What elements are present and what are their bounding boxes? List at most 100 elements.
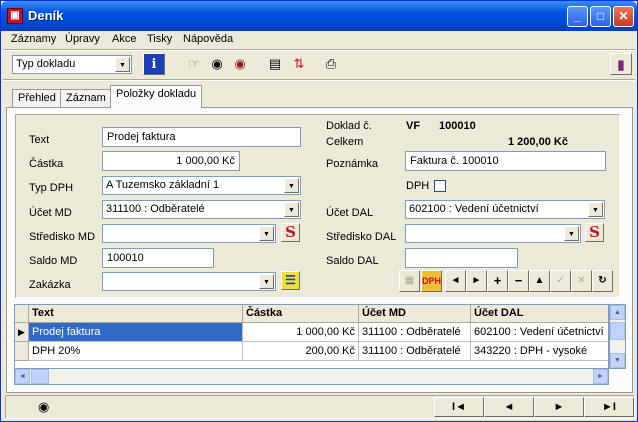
scroll-up-icon[interactable]: ▲ — [610, 305, 625, 320]
doklad-series: VF — [406, 120, 421, 132]
chevron-down-icon[interactable]: ▼ — [115, 57, 130, 72]
celkem-value: 1 200,00 Kč — [508, 136, 568, 148]
title-bar[interactable]: ▣ Deník _ □ ✕ — [1, 1, 637, 31]
ucet-md-label: Účet MD — [29, 207, 72, 219]
document-list-icon[interactable]: ▤ — [264, 53, 286, 75]
globe-red-icon[interactable]: ◉ — [229, 53, 251, 75]
menu-napoveda[interactable]: Nápověda — [183, 33, 233, 45]
ucet-dal-select[interactable]: 602100 : Vedení účetnictví ▼ — [405, 200, 605, 219]
doc-type-value: Typ dokladu — [16, 58, 76, 70]
confirm-icon: ✓ — [550, 270, 571, 292]
castka-label: Částka — [29, 158, 64, 170]
exit-door-icon[interactable]: ▮ — [610, 53, 632, 75]
chevron-down-icon[interactable]: ▼ — [588, 202, 603, 217]
tab-polozky-dokladu[interactable]: Položky dokladu — [110, 85, 203, 108]
nav-last-button[interactable]: ►I — [584, 397, 634, 417]
prev-record-icon[interactable]: ◄ — [445, 270, 466, 292]
scroll-thumb[interactable] — [31, 369, 49, 384]
nav-next-button[interactable]: ► — [534, 397, 584, 417]
typ-dph-select[interactable]: A Tuzemsko základní 1 ▼ — [102, 176, 301, 195]
minimize-button[interactable]: _ — [567, 6, 588, 27]
stredisko-dal-select[interactable]: ▼ — [405, 224, 581, 243]
printer-icon[interactable]: ⎙ — [320, 53, 342, 75]
chevron-down-icon[interactable]: ▼ — [284, 202, 299, 217]
grid-header-ucet-dal[interactable]: Účet DAL — [471, 305, 608, 323]
stredisko-md-label: Středisko MD — [29, 231, 96, 243]
ucet-dal-label: Účet DAL — [326, 207, 374, 219]
saldo-md-input[interactable]: 100010 — [102, 248, 214, 268]
scroll-down-icon[interactable]: ▼ — [610, 353, 625, 368]
nav-prev-button[interactable]: ◄ — [484, 397, 534, 417]
chevron-down-icon[interactable]: ▼ — [259, 274, 274, 289]
close-button[interactable]: ✕ — [613, 6, 634, 27]
typ-dph-value: A Tuzemsko základní 1 — [106, 179, 220, 191]
chevron-down-icon[interactable]: ▼ — [564, 226, 579, 241]
stredisko-dal-search-icon[interactable]: S — [585, 223, 604, 242]
grid-header-castka[interactable]: Částka — [243, 305, 359, 323]
grid-header-ucet-md[interactable]: Účet MD — [359, 305, 471, 323]
table-cell[interactable]: 343220 : DPH - vysoké — [471, 342, 608, 361]
maximize-button[interactable]: □ — [590, 6, 611, 27]
saldo-dal-input[interactable] — [405, 248, 518, 268]
nav-first-button[interactable]: I◄ — [434, 397, 484, 417]
row-header[interactable] — [15, 342, 29, 361]
poznamka-label: Poznámka — [326, 158, 378, 170]
castka-input[interactable]: 1 000,00 Kč — [102, 151, 240, 171]
zakazka-select[interactable]: ▼ — [102, 272, 276, 291]
items-grid[interactable]: Text Částka Účet MD Účet DAL ▶ Prodej fa… — [14, 304, 609, 369]
table-cell[interactable]: 602100 : Vedení účetnictví — [471, 323, 608, 342]
edit-record-icon[interactable]: ▲ — [529, 270, 550, 292]
ucet-md-select[interactable]: 311100 : Odběratelé ▼ — [102, 200, 301, 219]
scroll-thumb[interactable] — [610, 322, 625, 340]
dph-button[interactable]: DPH — [421, 270, 442, 292]
tab-zaznam[interactable]: Záznam — [60, 89, 112, 107]
menu-separator — [3, 49, 635, 51]
menu-zaznamy[interactable]: Záznamy — [11, 33, 56, 45]
menu-akce[interactable]: Akce — [112, 33, 136, 45]
zakazka-label: Zakázka — [29, 279, 71, 291]
scroll-right-icon[interactable]: ► — [593, 369, 608, 384]
cancel-icon: ✕ — [571, 270, 592, 292]
scroll-left-icon[interactable]: ◄ — [15, 369, 30, 384]
grid-header-text[interactable]: Text — [29, 305, 243, 323]
dph-checkbox[interactable] — [434, 180, 446, 192]
table-cell[interactable]: 200,00 Kč — [243, 342, 359, 361]
stredisko-md-search-icon[interactable]: S — [281, 223, 300, 242]
globe-status-icon: ◉ — [38, 399, 50, 414]
app-window: ▣ Deník _ □ ✕ Záznamy Úpravy Akce Tisky … — [0, 0, 638, 422]
globe-icon[interactable]: ◉ — [206, 53, 228, 75]
menu-upravy[interactable]: Úpravy — [65, 33, 100, 45]
add-record-icon[interactable]: + — [487, 270, 508, 292]
sort-arrows-icon[interactable]: ⇅ — [288, 53, 310, 75]
app-icon[interactable]: ▣ — [7, 8, 23, 24]
doc-type-select[interactable]: Typ dokladu ▼ — [12, 55, 132, 74]
doklad-label: Doklad č. — [326, 120, 372, 132]
delete-record-icon[interactable]: − — [508, 270, 529, 292]
chevron-down-icon[interactable]: ▼ — [259, 226, 274, 241]
dph-label: DPH — [406, 180, 430, 192]
doklad-number: 100010 — [439, 120, 476, 132]
poznamka-input[interactable]: Faktura č. 100010 — [405, 151, 606, 171]
menu-tisky[interactable]: Tisky — [147, 33, 172, 45]
table-cell[interactable]: Prodej faktura — [29, 323, 243, 342]
text-input[interactable]: Prodej faktura — [102, 127, 301, 147]
table-cell[interactable]: DPH 20% — [29, 342, 243, 361]
table-cell[interactable]: 311100 : Odběratelé — [359, 342, 471, 361]
next-record-icon[interactable]: ► — [466, 270, 487, 292]
zakazka-picker-icon[interactable]: ☰ — [281, 271, 300, 290]
stredisko-md-select[interactable]: ▼ — [102, 224, 276, 243]
table-cell[interactable]: 1 000,00 Kč — [243, 323, 359, 342]
tab-prehled[interactable]: Přehled — [12, 89, 62, 107]
refresh-icon[interactable]: ↻ — [592, 270, 613, 292]
stredisko-dal-label: Středisko DAL — [326, 231, 397, 243]
text-label: Text — [29, 134, 50, 146]
hand-pointer-icon[interactable]: ☞ — [183, 53, 205, 75]
table-cell[interactable]: 311100 : Odběratelé — [359, 323, 471, 342]
grid-horizontal-scrollbar[interactable]: ◄ ► — [14, 368, 609, 385]
info-icon[interactable]: i — [143, 53, 165, 75]
grid-vertical-scrollbar[interactable]: ▲ ▼ — [609, 304, 626, 369]
row-pointer-icon[interactable]: ▶ — [15, 323, 29, 342]
window-title: Deník — [28, 8, 64, 23]
chevron-down-icon[interactable]: ▼ — [284, 178, 299, 193]
saldo-dal-label: Saldo DAL — [326, 255, 379, 267]
